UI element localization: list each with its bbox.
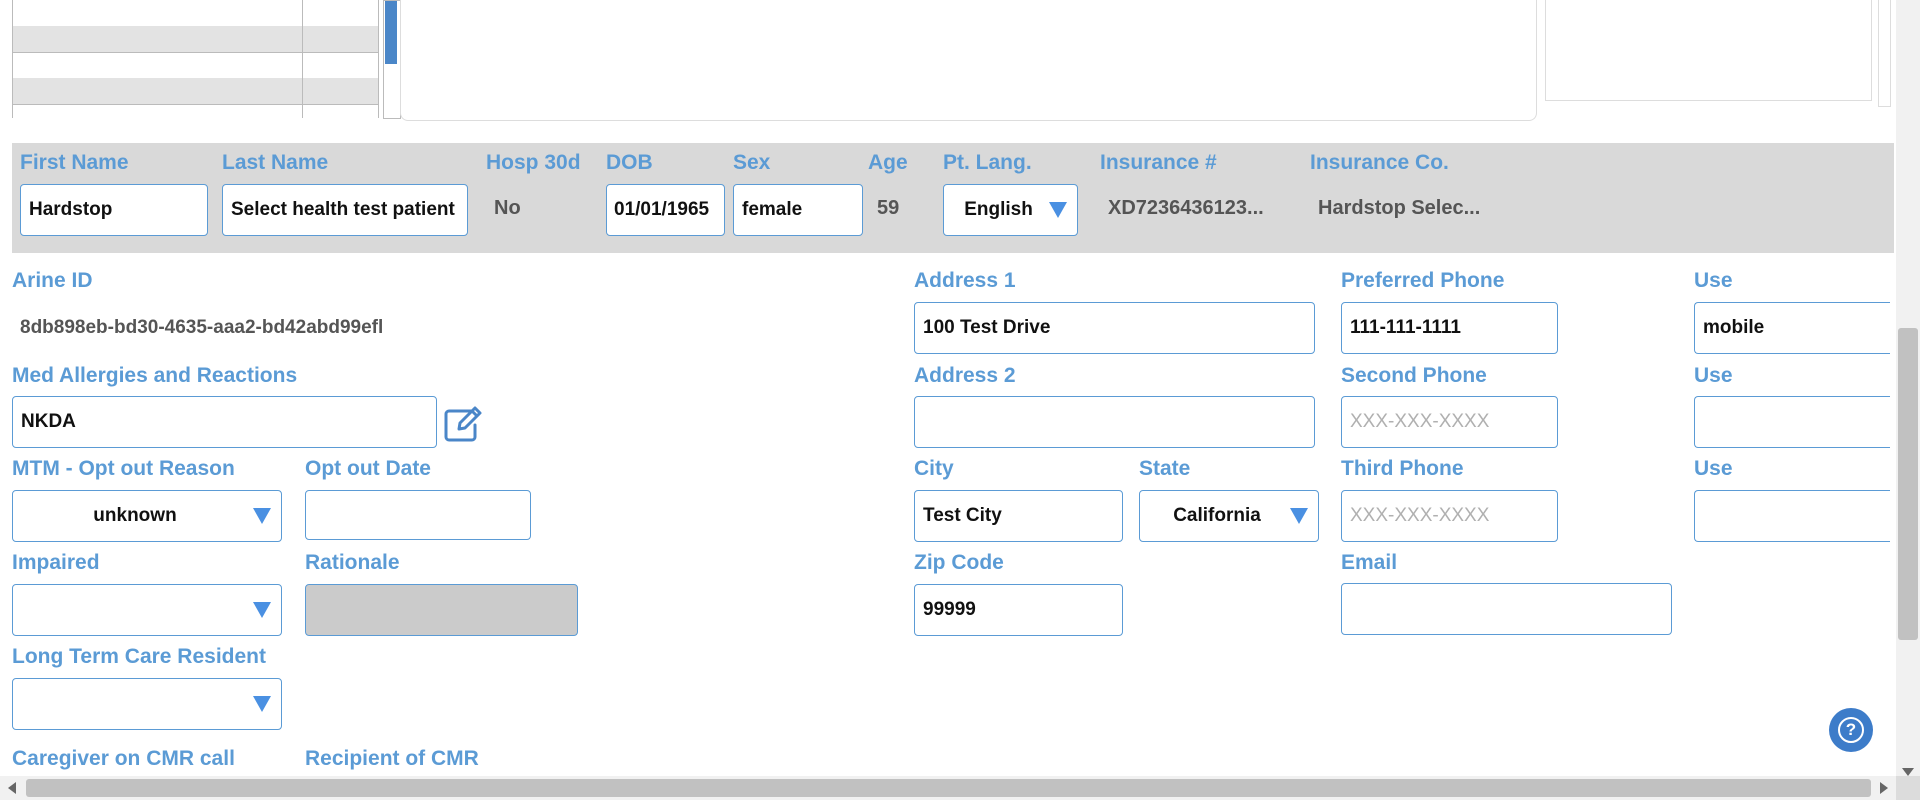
dob-label: DOB: [606, 151, 653, 174]
page-vertical-scrollbar[interactable]: [1896, 0, 1920, 780]
table-row[interactable]: [13, 26, 378, 53]
vertical-scrollbar-thumb[interactable]: [1898, 328, 1918, 640]
side-panel: [1545, 0, 1872, 101]
dob-input[interactable]: 01/01/1965: [606, 184, 725, 236]
sex-input[interactable]: female: [733, 184, 863, 236]
use-label: Use: [1694, 269, 1733, 292]
ltc-resident-select[interactable]: [12, 678, 282, 730]
use-select-1[interactable]: mobile: [1694, 302, 1890, 354]
city-label: City: [914, 457, 954, 480]
table-row[interactable]: [13, 78, 378, 105]
state-label: State: [1139, 457, 1191, 480]
page-horizontal-scrollbar[interactable]: [0, 776, 1896, 800]
recipient-label: Recipient of CMR: [305, 747, 479, 770]
question-icon: ?: [1838, 717, 1864, 743]
last-name-input[interactable]: Select health test patient: [222, 184, 468, 236]
second-phone-label: Second Phone: [1341, 364, 1487, 387]
first-name-input[interactable]: Hardstop: [20, 184, 208, 236]
sex-label: Sex: [733, 151, 771, 174]
age-value: 59: [877, 197, 900, 219]
city-input[interactable]: Test City: [914, 490, 1123, 542]
address2-input[interactable]: [914, 396, 1315, 448]
table-scrollbar-thumb[interactable]: [385, 1, 397, 64]
arine-id-label: Arine ID: [12, 269, 93, 292]
table-column-divider: [302, 0, 303, 118]
chevron-down-icon: [1049, 202, 1067, 218]
results-table: [12, 0, 379, 118]
address2-label: Address 2: [914, 364, 1016, 387]
edit-icon[interactable]: [443, 405, 483, 443]
help-button[interactable]: ?: [1829, 708, 1873, 752]
opt-out-date-label: Opt out Date: [305, 457, 431, 480]
mtm-opt-out-value: unknown: [93, 505, 177, 526]
insurance-company-value: Hardstop Selec...: [1318, 197, 1481, 219]
arine-id-value: 8db898eb-bd30-4635-aaa2-bd42abd99efl: [20, 317, 384, 338]
hosp-30d-label: Hosp 30d: [486, 151, 581, 174]
impaired-select[interactable]: [12, 584, 282, 636]
table-scrollbar[interactable]: [383, 0, 401, 119]
use-select-3[interactable]: [1694, 490, 1890, 542]
hosp-30d-value: No: [494, 197, 521, 219]
insurance-number-value: XD7236436123...: [1108, 197, 1264, 219]
rationale-label: Rationale: [305, 551, 400, 574]
scroll-left-icon[interactable]: [8, 782, 16, 794]
zip-code-label: Zip Code: [914, 551, 1004, 574]
pt-lang-label: Pt. Lang.: [943, 151, 1032, 174]
chevron-down-icon: [253, 602, 271, 618]
use-label: Use: [1694, 457, 1733, 480]
chevron-down-icon: [253, 696, 271, 712]
scroll-down-icon[interactable]: [1902, 768, 1914, 776]
horizontal-scrollbar-thumb[interactable]: [26, 779, 1871, 797]
table-row[interactable]: [13, 0, 378, 27]
allergies-label: Med Allergies and Reactions: [12, 364, 298, 387]
caregiver-label: Caregiver on CMR call: [12, 747, 235, 770]
scroll-right-icon[interactable]: [1880, 782, 1888, 794]
opt-out-date-input[interactable]: [305, 490, 531, 540]
insurance-number-label: Insurance #: [1100, 151, 1217, 174]
preferred-phone-label: Preferred Phone: [1341, 269, 1505, 292]
notes-panel: [400, 0, 1537, 121]
address1-input[interactable]: 100 Test Drive: [914, 302, 1315, 354]
last-name-label: Last Name: [222, 151, 329, 174]
pt-lang-select[interactable]: English: [943, 184, 1078, 236]
table-row[interactable]: [13, 52, 378, 79]
zip-code-input[interactable]: 99999: [914, 584, 1123, 636]
impaired-label: Impaired: [12, 551, 100, 574]
insurance-company-label: Insurance Co.: [1310, 151, 1449, 174]
allergies-input[interactable]: NKDA: [12, 396, 437, 448]
third-phone-label: Third Phone: [1341, 457, 1464, 480]
email-input[interactable]: [1341, 583, 1672, 635]
age-label: Age: [868, 151, 908, 174]
rationale-input: [305, 584, 578, 636]
ltc-resident-label: Long Term Care Resident: [12, 645, 266, 668]
use-select-2[interactable]: [1694, 396, 1890, 448]
side-panel-scrollbar[interactable]: [1878, 0, 1891, 107]
address1-label: Address 1: [914, 269, 1016, 292]
first-name-label: First Name: [20, 151, 129, 174]
preferred-phone-input[interactable]: 111-111-1111: [1341, 302, 1558, 354]
mtm-opt-out-label: MTM - Opt out Reason: [12, 457, 235, 480]
state-select[interactable]: California: [1139, 490, 1319, 542]
chevron-down-icon: [1290, 508, 1308, 524]
second-phone-input[interactable]: XXX-XXX-XXXX: [1341, 396, 1558, 448]
use-label: Use: [1694, 364, 1733, 387]
third-phone-input[interactable]: XXX-XXX-XXXX: [1341, 490, 1558, 542]
email-label: Email: [1341, 551, 1398, 574]
chevron-down-icon: [253, 508, 271, 524]
scrollbar-corner: [1896, 776, 1920, 800]
mtm-opt-out-select[interactable]: unknown: [12, 490, 282, 542]
